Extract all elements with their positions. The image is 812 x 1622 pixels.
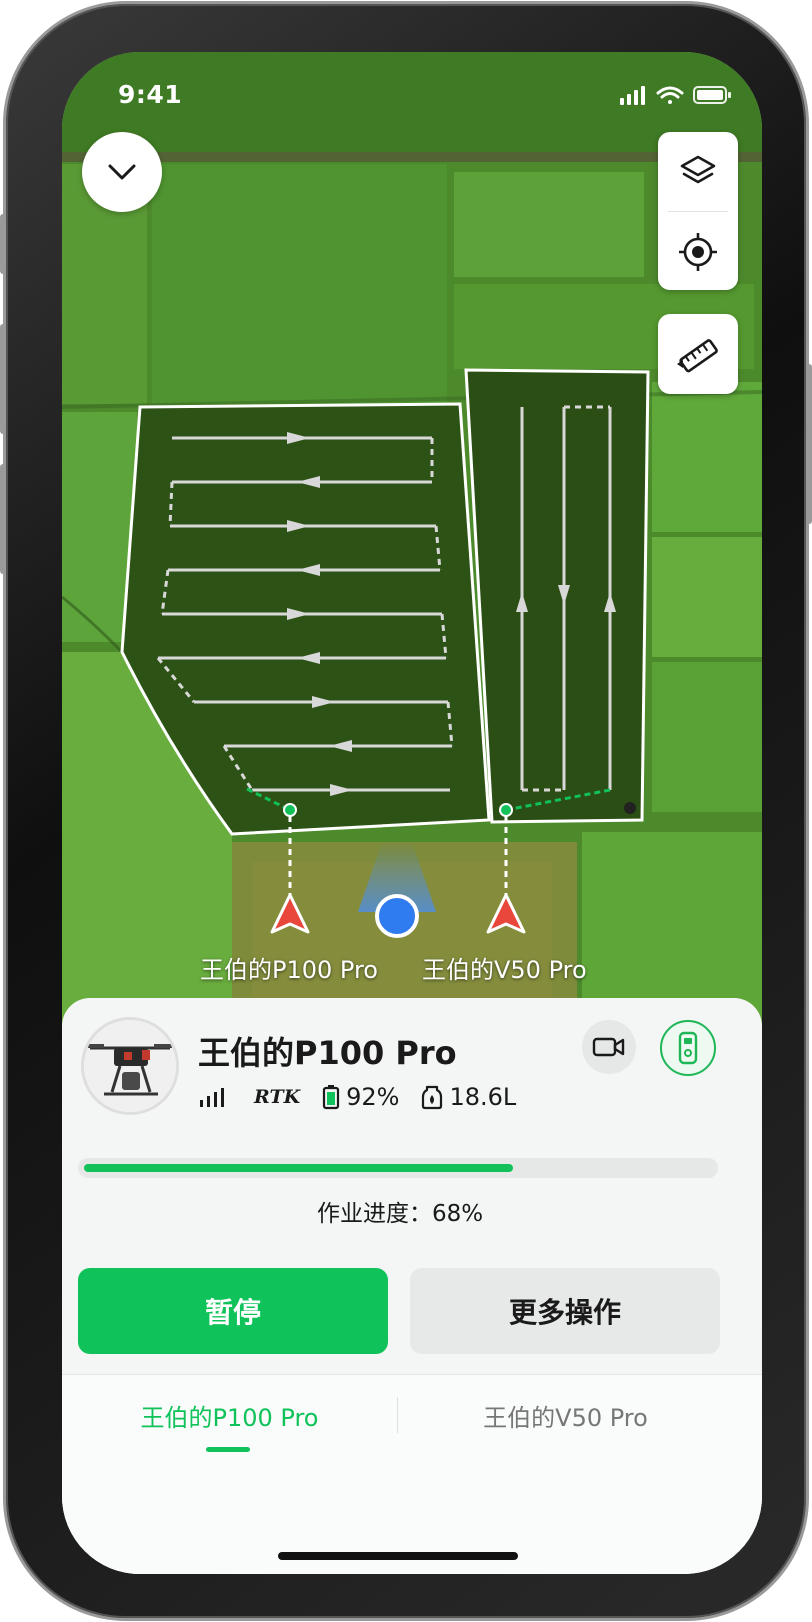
status-bar: 9:41 [62,52,762,142]
tab-v50[interactable]: 王伯的V50 Pro [398,1375,733,1455]
tab-p100[interactable]: 王伯的P100 Pro [62,1375,397,1455]
signal-strength-icon [200,1088,224,1107]
locate-target-icon [679,232,717,271]
drone-name: 王伯的P100 Pro [198,1034,457,1072]
drone-metrics: RTK 92% 18.6L [198,1082,538,1112]
mute-switch [0,214,6,274]
locate-button[interactable] [658,212,738,291]
active-tab-indicator [206,1447,250,1452]
wifi-icon [656,86,684,104]
drone-info-panel: 王伯的P100 Pro RTK 92% 18.6L 作业进度：68% 暂停 更多… [62,998,762,1574]
field-map[interactable] [62,52,762,1052]
measure-button[interactable] [658,314,738,394]
drone-avatar [84,1020,176,1112]
drone-label-v50[interactable]: 王伯的V50 Pro [422,950,587,985]
spray-tank-icon [422,1085,443,1110]
status-time: 9:41 [118,80,183,109]
battery-metric: 92% [322,1083,399,1111]
remote-controller-button[interactable] [660,1020,716,1076]
cellular-signal-icon [620,86,645,105]
rtk-icon: RTK [254,1086,301,1108]
screen: 王伯的P100 Pro 王伯的V50 Pro 9:41 王伯的P100 Pro … [62,52,762,1574]
volume-up-button [0,324,6,434]
tank-value: 18.6L [449,1083,517,1111]
layers-icon [680,155,716,183]
video-camera-icon [592,1037,625,1057]
drone-tabs: 王伯的P100 Pro 王伯的V50 Pro [62,1374,762,1574]
progress-label: 作业进度：68% [316,1201,484,1227]
battery-level-icon [323,1085,340,1110]
progress-bar [78,1158,718,1178]
collapse-button[interactable] [82,132,162,212]
phone-frame: 王伯的P100 Pro 王伯的V50 Pro 9:41 王伯的P100 Pro … [0,4,812,1618]
layers-button[interactable] [658,132,738,211]
tank-metric: 18.6L [421,1083,516,1111]
progress-bar-fill [84,1164,514,1172]
rtk-metric: RTK [254,1086,300,1108]
battery-icon [693,86,731,104]
agricultural-drone-image [84,1020,176,1112]
camera-button[interactable] [582,1020,636,1074]
home-indicator[interactable] [278,1552,518,1560]
battery-value: 92% [346,1083,400,1111]
drone-label-p100[interactable]: 王伯的P100 Pro [200,950,378,985]
volume-down-button [0,464,6,574]
status-icons [620,84,732,110]
chevron-down-icon [108,164,136,180]
ruler-icon [677,339,718,373]
signal-metric [198,1086,232,1108]
pause-button[interactable]: 暂停 [78,1268,388,1354]
remote-controller-icon [678,1031,698,1065]
power-button [806,364,812,524]
map-tool-group [658,132,738,290]
more-actions-button[interactable]: 更多操作 [410,1268,720,1354]
